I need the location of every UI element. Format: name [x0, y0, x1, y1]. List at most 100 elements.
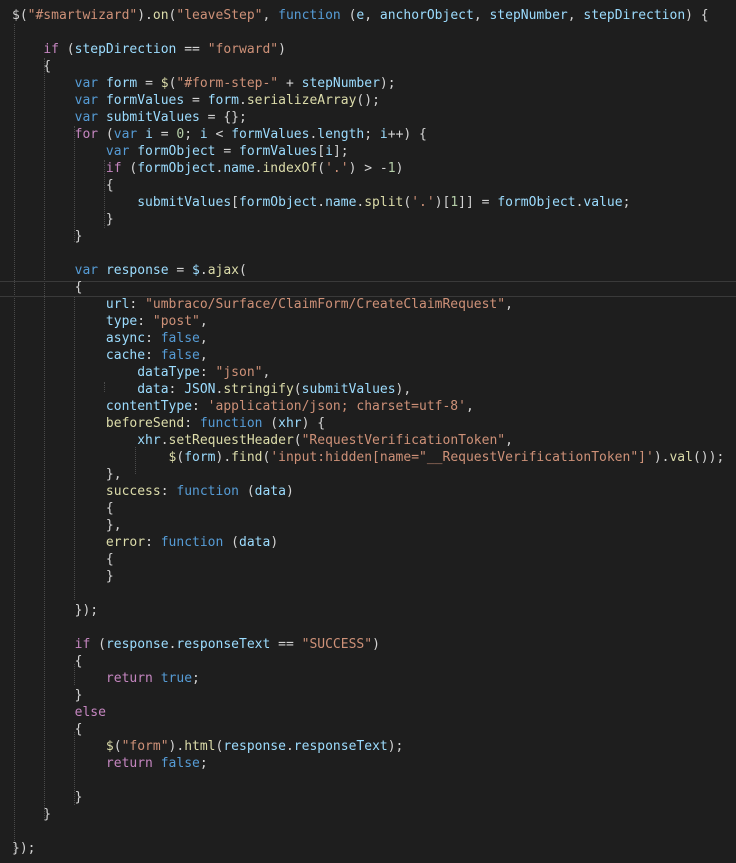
code-line[interactable]: { — [12, 551, 114, 568]
code-line[interactable]: beforeSend: function (xhr) { — [12, 415, 325, 432]
code-line[interactable]: error: function (data) — [12, 534, 278, 551]
code-line[interactable]: return false; — [12, 755, 208, 772]
code-token: var — [74, 263, 99, 278]
code-line[interactable]: var response = $.ajax( — [12, 262, 247, 279]
code-token: ) — [395, 161, 404, 176]
code-token: ); — [379, 76, 396, 91]
code-token: async — [105, 331, 146, 346]
code-token: value — [583, 195, 623, 210]
code-token: , — [199, 314, 208, 329]
code-line[interactable]: }, — [12, 466, 122, 483]
code-token: formObject — [238, 195, 318, 210]
code-token: : — [199, 365, 216, 380]
code-line[interactable]: cache: false, — [12, 347, 208, 364]
code-line[interactable]: { — [12, 279, 83, 296]
code-line[interactable]: type: "post", — [12, 313, 208, 330]
code-token: val — [669, 450, 693, 465]
code-line[interactable]: }); — [12, 602, 98, 619]
code-line[interactable]: }, — [12, 517, 122, 534]
code-token: 1 — [450, 195, 459, 210]
code-line[interactable]: } — [12, 568, 114, 585]
code-line[interactable]: else — [12, 704, 106, 721]
code-line[interactable]: dataType: "json", — [12, 364, 270, 381]
code-token: : — [192, 399, 208, 414]
code-token: type — [105, 314, 138, 329]
code-line[interactable]: var form = $("#form-step-" + stepNumber)… — [12, 75, 396, 92]
code-line[interactable]: submitValues[formObject.name.split('.')[… — [12, 194, 630, 211]
code-line[interactable]: return true; — [12, 670, 200, 687]
code-line[interactable]: var submitValues = {}; — [12, 109, 247, 126]
code-token: ) — [270, 535, 279, 550]
code-line[interactable]: if (formObject.name.indexOf('.') > -1) — [12, 160, 403, 177]
code-token: return — [105, 671, 153, 686]
code-token: == — [270, 637, 302, 652]
code-token: dataType — [137, 365, 200, 380]
code-token: for — [74, 127, 99, 142]
code-line[interactable]: if (stepDirection == "forward") — [12, 41, 286, 58]
code-token: false — [160, 348, 200, 363]
code-line[interactable]: { — [12, 58, 51, 75]
code-token: } — [12, 790, 83, 805]
code-token: function — [176, 484, 239, 499]
code-token: if — [43, 42, 59, 57]
code-line[interactable]: xhr.setRequestHeader("RequestVerificatio… — [12, 432, 513, 449]
code-line[interactable]: success: function (data) — [12, 483, 294, 500]
code-line[interactable]: var formObject = formValues[i]; — [12, 143, 349, 160]
code-token: , — [505, 297, 513, 312]
code-line[interactable]: } — [12, 211, 114, 228]
code-token: $( — [12, 8, 28, 23]
code-token: formObject — [497, 195, 576, 210]
code-token: ) { — [301, 416, 326, 431]
code-line[interactable]: }); — [12, 840, 35, 857]
code-line[interactable]: for (var i = 0; i < formValues.length; i… — [12, 126, 427, 143]
code-token: ) > - — [348, 161, 388, 176]
code-token: stepNumber — [301, 76, 380, 91]
code-token: = {}; — [199, 110, 247, 125]
code-line[interactable]: } — [12, 806, 51, 823]
code-line[interactable]: } — [12, 789, 83, 806]
code-line[interactable]: { — [12, 653, 83, 670]
code-token: { — [12, 280, 83, 295]
code-token: } — [12, 569, 114, 584]
code-token: ; — [364, 127, 380, 142]
code-line[interactable]: $("#smartwizard").on ("leaveStep", functi… — [12, 7, 709, 24]
code-line[interactable]: $("form").html(response.responseText); — [12, 738, 403, 755]
code-line[interactable]: if (response.responseText == "SUCCESS") — [12, 636, 380, 653]
code-line[interactable]: } — [12, 687, 83, 704]
code-token: function — [278, 8, 341, 23]
code-token: ) — [278, 42, 286, 57]
code-token: submitValues — [301, 382, 396, 397]
code-line[interactable]: data: JSON.stringify(submitValues), — [12, 381, 411, 398]
code-line[interactable]: async: false, — [12, 330, 208, 347]
code-token: '.' — [411, 195, 435, 210]
code-token: ( — [58, 42, 75, 57]
code-token: $ — [192, 263, 200, 278]
code-line[interactable]: contentType: 'application/json; charset=… — [12, 398, 474, 415]
code-token: formObject — [137, 144, 216, 159]
code-line[interactable]: url: "umbraco/Surface/ClaimForm/CreateCl… — [12, 296, 513, 313]
code-line[interactable]: { — [12, 500, 114, 517]
code-line[interactable]: var formValues = form.serializeArray(); — [12, 92, 380, 109]
code-token: stringify — [223, 382, 294, 397]
code-line[interactable]: $(form).find('input:hidden[name="__Reque… — [12, 449, 725, 466]
code-token: ( — [239, 263, 247, 278]
code-token: if — [105, 161, 122, 176]
code-token: : — [129, 297, 146, 312]
code-token: )[ — [434, 195, 451, 210]
code-token: xhr — [278, 416, 302, 431]
code-token: . — [239, 93, 247, 108]
code-editor[interactable]: $("#smartwizard").on("leaveStep", functi… — [0, 0, 736, 863]
code-line[interactable]: { — [12, 721, 83, 738]
code-line[interactable]: { — [12, 177, 114, 194]
code-token: name — [223, 161, 255, 176]
code-line[interactable]: } — [12, 228, 83, 245]
